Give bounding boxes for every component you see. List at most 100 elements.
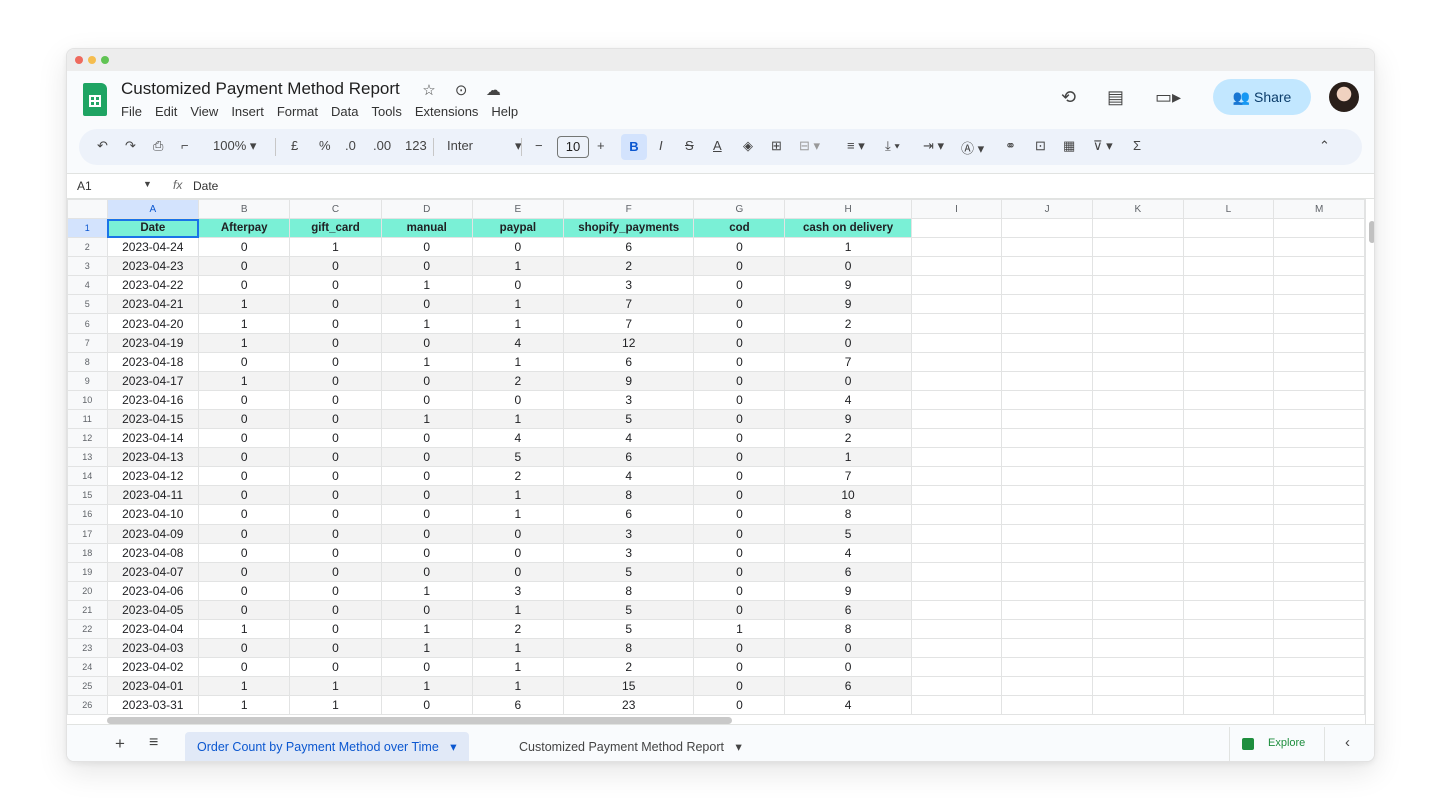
- data-cell[interactable]: 2023-04-20: [106, 313, 200, 334]
- decrease-decimal-button[interactable]: .0: [345, 138, 356, 153]
- data-cell[interactable]: 0: [471, 542, 564, 563]
- empty-cell[interactable]: [1182, 523, 1275, 544]
- row-header[interactable]: 11: [67, 408, 108, 430]
- data-cell[interactable]: 2023-04-13: [106, 447, 200, 468]
- column-header-e[interactable]: E: [471, 199, 564, 219]
- empty-cell[interactable]: [1273, 447, 1365, 468]
- tab-customized-report[interactable]: Customized Payment Method Report ▾: [519, 732, 742, 761]
- data-cell[interactable]: 0: [289, 370, 382, 391]
- data-cell[interactable]: 9: [784, 294, 912, 315]
- data-cell[interactable]: 0: [380, 504, 473, 525]
- empty-cell[interactable]: [1273, 294, 1365, 315]
- data-cell[interactable]: 1: [198, 370, 291, 391]
- data-cell[interactable]: 1: [471, 504, 564, 525]
- data-cell[interactable]: 9: [784, 275, 912, 296]
- percent-format-button[interactable]: %: [319, 138, 331, 153]
- column-header-h[interactable]: H: [784, 199, 912, 219]
- empty-cell[interactable]: [1273, 351, 1365, 372]
- data-cell[interactable]: 1: [198, 294, 291, 315]
- merge-cells-icon[interactable]: ⊟ ▾: [799, 138, 820, 154]
- name-box[interactable]: A1: [77, 179, 92, 193]
- empty-cell[interactable]: [1273, 542, 1365, 563]
- row-header[interactable]: 1: [67, 217, 108, 239]
- data-cell[interactable]: 1: [471, 676, 564, 697]
- data-cell[interactable]: 2023-04-18: [106, 351, 200, 372]
- data-cell[interactable]: 0: [289, 275, 382, 296]
- empty-cell[interactable]: [1182, 542, 1275, 563]
- data-cell[interactable]: 5: [562, 561, 695, 582]
- data-cell[interactable]: 7: [784, 351, 912, 372]
- functions-button[interactable]: Σ: [1133, 138, 1141, 153]
- empty-cell[interactable]: [1273, 428, 1365, 449]
- empty-cell[interactable]: [910, 599, 1003, 620]
- column-header-f[interactable]: F: [562, 199, 695, 219]
- data-cell[interactable]: 0: [693, 408, 786, 430]
- italic-button[interactable]: I: [659, 138, 663, 153]
- data-cell[interactable]: 2: [562, 256, 695, 277]
- data-cell[interactable]: 0: [289, 618, 382, 640]
- data-cell[interactable]: 0: [380, 523, 473, 544]
- empty-cell[interactable]: [1273, 389, 1365, 410]
- empty-cell[interactable]: [1001, 466, 1093, 487]
- data-cell[interactable]: 0: [380, 237, 473, 258]
- empty-cell[interactable]: [1182, 351, 1275, 372]
- document-title[interactable]: Customized Payment Method Report: [121, 79, 400, 99]
- all-sheets-button[interactable]: ≡: [149, 734, 158, 752]
- data-cell[interactable]: 0: [289, 561, 382, 582]
- data-cell[interactable]: 0: [198, 485, 291, 506]
- empty-cell[interactable]: [1091, 485, 1184, 506]
- empty-cell[interactable]: [1273, 217, 1365, 239]
- column-header-a[interactable]: A: [106, 199, 200, 219]
- data-cell[interactable]: 2023-04-16: [106, 389, 200, 410]
- close-window-button[interactable]: [75, 56, 83, 64]
- data-cell[interactable]: 2023-04-22: [106, 275, 200, 296]
- data-cell[interactable]: 0: [693, 599, 786, 620]
- empty-cell[interactable]: [910, 256, 1003, 277]
- data-cell[interactable]: 2023-04-02: [106, 657, 200, 678]
- data-cell[interactable]: 4: [471, 428, 564, 449]
- empty-cell[interactable]: [1182, 370, 1275, 391]
- data-cell[interactable]: 0: [693, 237, 786, 258]
- data-cell[interactable]: 0: [198, 561, 291, 582]
- empty-cell[interactable]: [1001, 408, 1093, 430]
- row-header[interactable]: 15: [67, 485, 108, 506]
- empty-cell[interactable]: [910, 370, 1003, 391]
- empty-cell[interactable]: [910, 389, 1003, 410]
- empty-cell[interactable]: [1182, 561, 1275, 582]
- data-cell[interactable]: 5: [562, 599, 695, 620]
- row-header[interactable]: 12: [67, 428, 108, 449]
- empty-cell[interactable]: [1001, 599, 1093, 620]
- scroll-thumb[interactable]: [1369, 221, 1374, 243]
- explore-button[interactable]: Explore: [1229, 727, 1325, 761]
- empty-cell[interactable]: [1091, 561, 1184, 582]
- empty-cell[interactable]: [1182, 638, 1275, 659]
- data-cell[interactable]: 0: [380, 332, 473, 353]
- data-cell[interactable]: 0: [693, 580, 786, 601]
- column-header-d[interactable]: D: [380, 199, 473, 219]
- data-cell[interactable]: 0: [693, 389, 786, 410]
- data-cell[interactable]: 0: [380, 485, 473, 506]
- empty-cell[interactable]: [1182, 275, 1275, 296]
- header-cell[interactable]: shopify_payments: [562, 217, 695, 239]
- row-header[interactable]: 21: [67, 599, 108, 620]
- data-cell[interactable]: 0: [289, 638, 382, 659]
- zoom-select[interactable]: 100% ▾: [213, 138, 256, 154]
- font-size-input[interactable]: 10: [557, 136, 589, 158]
- version-history-icon[interactable]: ⟲: [1061, 87, 1076, 108]
- data-cell[interactable]: 0: [198, 256, 291, 277]
- empty-cell[interactable]: [910, 428, 1003, 449]
- empty-cell[interactable]: [1273, 504, 1365, 525]
- row-header[interactable]: 17: [67, 523, 108, 544]
- data-cell[interactable]: 7: [784, 466, 912, 487]
- star-icon[interactable]: ☆: [415, 81, 443, 99]
- empty-cell[interactable]: [1182, 313, 1275, 334]
- data-cell[interactable]: 2: [471, 618, 564, 640]
- empty-cell[interactable]: [1091, 256, 1184, 277]
- data-cell[interactable]: 1: [380, 408, 473, 430]
- data-cell[interactable]: 6: [471, 695, 564, 716]
- empty-cell[interactable]: [910, 332, 1003, 353]
- data-cell[interactable]: 2023-04-21: [106, 294, 200, 315]
- data-cell[interactable]: 2023-04-06: [106, 580, 200, 601]
- empty-cell[interactable]: [910, 523, 1003, 544]
- empty-cell[interactable]: [1182, 676, 1275, 697]
